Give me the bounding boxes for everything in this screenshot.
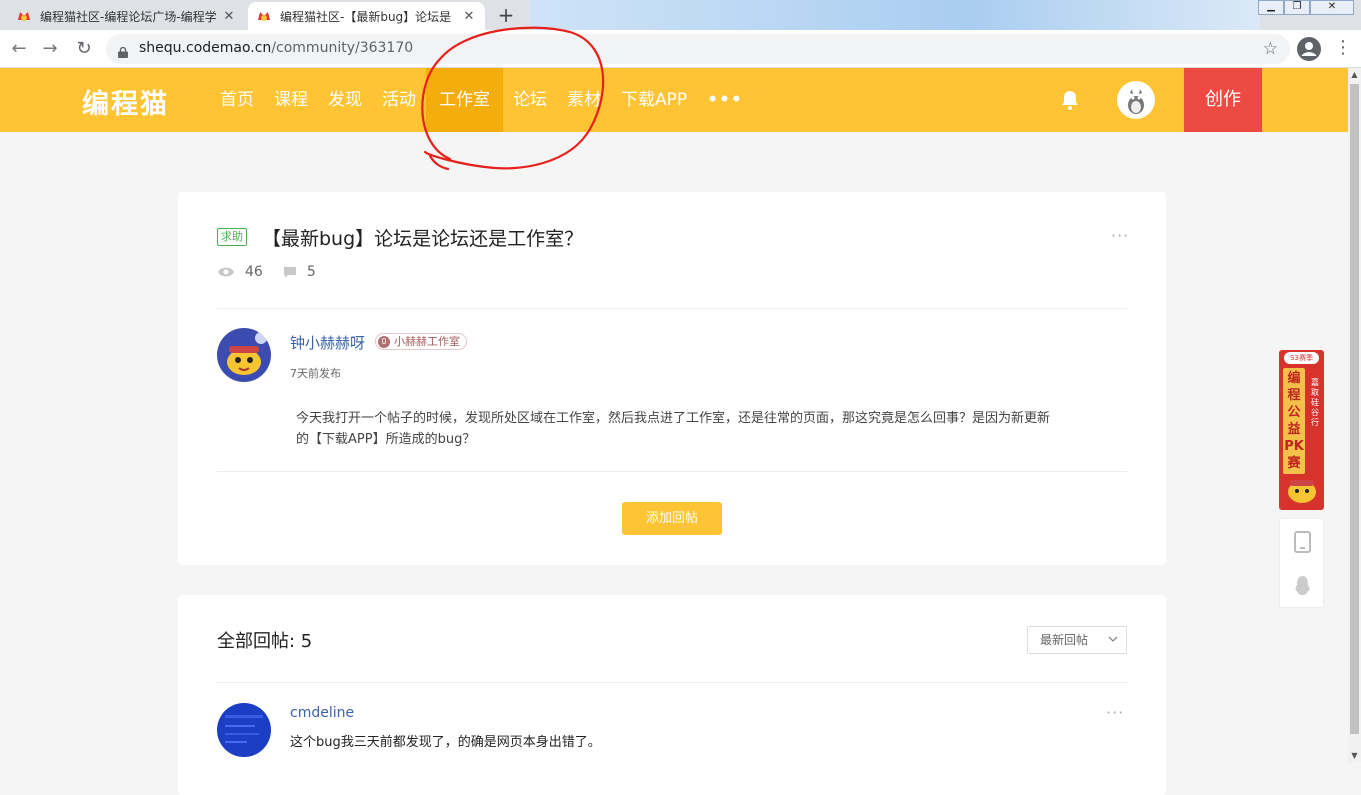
nav-item-courses[interactable]: 课程 (264, 68, 318, 132)
tab-close-icon[interactable]: ✕ (221, 9, 237, 24)
codemao-favicon-icon (256, 8, 272, 24)
nav-more-icon[interactable]: ••• (697, 68, 753, 132)
create-button[interactable]: 创作 (1184, 68, 1262, 132)
nav-item-events[interactable]: 活动 (372, 68, 426, 132)
divider (217, 682, 1127, 683)
window-controls: ▁ ❐ ✕ (1258, 0, 1354, 15)
post-body: 今天我打开一个帖子的时候，发现所处区域在工作室，然后我点进了工作室，还是往常的页… (296, 411, 1051, 447)
browser-tab-active[interactable]: 编程猫社区-【最新bug】论坛是 ✕ (248, 2, 485, 30)
promo-side-text: 嘉取硅谷行 (1311, 378, 1319, 427)
mobile-phone-icon[interactable] (1294, 531, 1311, 553)
bookmark-star-icon[interactable]: ☆ (1263, 39, 1278, 59)
reload-icon[interactable]: ↻ (73, 38, 95, 60)
replies-count-title: 全部回帖: 5 (217, 631, 313, 652)
scrollbar-thumb[interactable] (1350, 84, 1359, 734)
sort-select-value: 最新回帖 (1040, 633, 1089, 647)
notification-bell-icon[interactable] (1058, 88, 1082, 112)
nav-item-home[interactable]: 首页 (210, 68, 264, 132)
chevron-down-icon (1108, 636, 1118, 642)
divider (217, 308, 1127, 309)
reply-text: 这个bug我三天前都发现了，的确是网页本身出错了。 (290, 735, 601, 750)
browser-tab[interactable]: 编程猫社区-编程论坛广场-编程学 ✕ (8, 2, 245, 30)
nav-item-download-app[interactable]: 下载APP (611, 68, 697, 132)
site-header: 编程猫 首页 课程 发现 活动 工作室 论坛 素材 下载APP ••• 创作 (0, 68, 1348, 132)
sort-select[interactable]: 最新回帖 (1027, 626, 1127, 654)
tab-close-icon[interactable]: ✕ (461, 9, 477, 24)
back-arrow-icon[interactable]: ← (8, 38, 30, 60)
address-bar[interactable]: shequ.codemao.cn/community/363170 ☆ (106, 34, 1290, 64)
scroll-up-icon[interactable]: ▲ (1348, 68, 1361, 82)
reply-more-icon[interactable]: ··· (1106, 703, 1124, 722)
comment-count-icon (283, 266, 296, 278)
post-title: 【最新bug】论坛是论坛还是工作室？ (262, 228, 584, 250)
close-window-icon[interactable]: ✕ (1310, 0, 1354, 15)
studio-badge[interactable]: 0 小赫赫工作室 (375, 333, 467, 350)
replies-card: 全部回帖: 5 最新回帖 cmdeline 这个bug我三天前都发现了，的确是网… (178, 595, 1166, 795)
author-avatar[interactable] (217, 328, 271, 382)
tab-title: 编程猫社区-【最新bug】论坛是 (280, 9, 452, 24)
maximize-icon[interactable]: ❐ (1284, 0, 1310, 15)
nav-item-discover[interactable]: 发现 (318, 68, 372, 132)
post-more-icon[interactable]: ··· (1111, 226, 1129, 245)
comment-count: 5 (306, 264, 316, 280)
view-count-icon (218, 267, 234, 277)
main-nav: 首页 课程 发现 活动 工作室 论坛 素材 下载APP ••• (210, 68, 753, 132)
lock-icon (118, 43, 128, 58)
new-tab-button[interactable]: + (493, 4, 519, 26)
post-stats: 46 5 (217, 264, 316, 280)
page-scrollbar[interactable]: ▲ ▼ (1348, 68, 1361, 763)
scroll-down-icon[interactable]: ▼ (1348, 749, 1361, 763)
user-avatar[interactable] (1117, 81, 1155, 119)
promo-main-text: 编程公益PK赛 (1283, 368, 1305, 474)
side-tools (1279, 518, 1324, 608)
browser-menu-icon[interactable]: ⋮ (1334, 37, 1352, 59)
studio-name: 小赫赫工作室 (394, 335, 460, 348)
minimize-icon[interactable]: ▁ (1258, 0, 1284, 15)
site-logo[interactable]: 编程猫 (82, 82, 169, 121)
browser-toolbar: ← → ↻ shequ.codemao.cn/community/363170 … (0, 30, 1361, 68)
browser-tab-strip: 编程猫社区-编程论坛广场-编程学 ✕ 编程猫社区-【最新bug】论坛是 ✕ + … (0, 0, 1361, 30)
nav-item-forum[interactable]: 论坛 (503, 68, 557, 132)
codemao-favicon-icon (16, 8, 32, 24)
studio-level-icon: 0 (378, 335, 390, 348)
post-card: 求助 【最新bug】论坛是论坛还是工作室？ ··· 46 5 钟小赫赫呀 0 小… (178, 192, 1166, 565)
tab-title: 编程猫社区-编程论坛广场-编程学 (40, 9, 217, 24)
mascot-icon (1288, 480, 1316, 503)
author-name[interactable]: 钟小赫赫呀 (290, 332, 365, 353)
reply-author[interactable]: cmdeline (290, 705, 354, 721)
nav-item-studio[interactable]: 工作室 (426, 68, 503, 132)
url-path: /community/363170 (271, 40, 414, 56)
view-count: 46 (245, 264, 263, 280)
pk-contest-banner[interactable]: S3赛季 编程公益PK赛 嘉取硅谷行 (1279, 350, 1324, 510)
desktop-background (530, 0, 1260, 30)
help-tag: 求助 (217, 228, 247, 246)
qq-icon[interactable] (1294, 575, 1311, 597)
url-host: shequ.codemao.cn (139, 40, 272, 56)
reply-avatar[interactable] (217, 703, 271, 757)
post-time: 7天前发布 (290, 367, 341, 380)
add-reply-button[interactable]: 添加回帖 (622, 502, 722, 535)
url-text: shequ.codemao.cn/community/363170 (139, 40, 413, 56)
forward-arrow-icon[interactable]: → (39, 38, 61, 60)
season-label: S3赛季 (1284, 352, 1319, 364)
divider (217, 471, 1127, 472)
profile-icon[interactable] (1297, 37, 1321, 61)
nav-item-materials[interactable]: 素材 (557, 68, 611, 132)
